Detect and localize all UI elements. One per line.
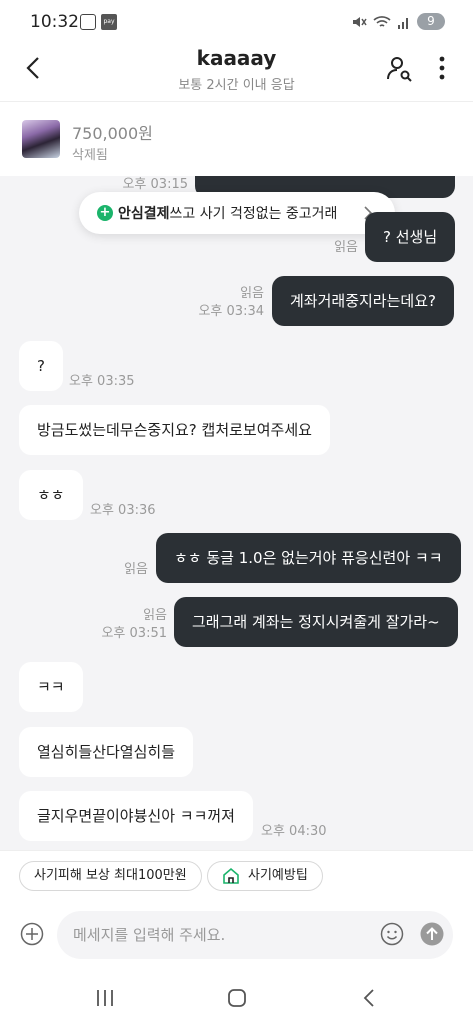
profile-icon[interactable] [385,54,413,82]
fraud-tips-label: 사기예방팁 [248,868,308,883]
message-time: 오후 03:36 [90,503,156,518]
add-attachment-icon[interactable] [20,922,44,946]
message-bubble: 그래그래 계좌는 정지시켜줄게 잘가라~ [174,597,458,647]
message-bubble: ? [19,341,63,391]
message-bubble: ㅎㅎ [19,470,83,520]
read-receipt: 읽음 [143,608,167,623]
read-receipt: 읽음 [334,240,358,255]
more-options-icon[interactable] [435,54,449,82]
message-bubble: 계좌거래중지라는데요? [272,276,454,326]
message-list[interactable]: 오후 03:15 + 안심결제 쓰고 사기 걱정없는 중고거래 ? 선생님 읽음… [0,176,473,850]
wifi-icon [373,15,391,27]
message-input-bar: 메세지를 입력해 주세요. [0,900,473,970]
status-right-icons: 9 [351,13,445,30]
status-bar: 10:32 pay 9 [0,0,473,44]
status-left-icons: pay [80,14,117,30]
read-receipt: 읽음 [124,562,148,577]
system-nav-bar [0,970,473,1024]
back-nav-icon[interactable] [362,988,376,1008]
plus-icon: + [97,205,113,221]
message-time: 오후 03:51 [101,626,167,641]
message-time: 오후 04:30 [261,824,327,839]
battery-icon: 9 [417,13,445,30]
message-time: 오후 03:34 [198,304,264,319]
message-bubble: 방금도썼는데무슨중지요? 캡처로보여주세요 [19,405,330,455]
banner-text: 쓰고 사기 걱정없는 중고거래 [169,206,338,222]
message-bubble: 글지우면끝이야븅신아 ㅋㅋ꺼져 [19,791,253,841]
fraud-tips-chip[interactable]: 사기예방팁 [207,861,323,891]
message-bubble: ㅋㅋ [19,662,83,712]
home-icon[interactable] [227,988,247,1008]
signal-icon [398,17,408,29]
house-shield-icon [223,867,239,884]
emoji-icon[interactable] [380,922,404,946]
safe-payment-banner[interactable]: + 안심결제 쓰고 사기 걱정없는 중고거래 [79,192,395,234]
product-thumbnail [22,120,60,158]
recent-apps-icon[interactable] [95,989,115,1007]
product-bar[interactable]: 750,000원 삭제됨 [0,103,473,175]
message-bubble: ? 선생님 [365,212,456,262]
message-bubble: 열심히들산다열심히들 [19,727,194,777]
product-status: 삭제됨 [72,148,108,163]
message-bubble: ㅎㅎ 동글 1.0은 없는거야 퓨응신련아 ㅋㅋ [156,533,461,583]
product-price: 750,000원 [72,124,153,143]
screenshot-icon [80,14,96,30]
chat-screen: 10:32 pay 9 kaaaay 보통 2시간 이내 응답 750,000원… [0,0,473,1024]
mute-icon [353,16,367,27]
status-time: 10:32 [30,12,79,32]
pay-icon: pay [101,14,117,30]
banner-bold: 안심결제 [118,206,170,222]
quick-chips: 사기피해 보상 최대100만원 사기예방팁 [0,850,473,900]
chat-header: kaaaay 보통 2시간 이내 응답 [0,44,473,102]
fraud-compensation-chip[interactable]: 사기피해 보상 최대100만원 [19,861,202,891]
send-icon[interactable] [420,922,444,946]
read-receipt: 읽음 [240,286,264,301]
message-time: 오후 03:35 [69,374,135,389]
